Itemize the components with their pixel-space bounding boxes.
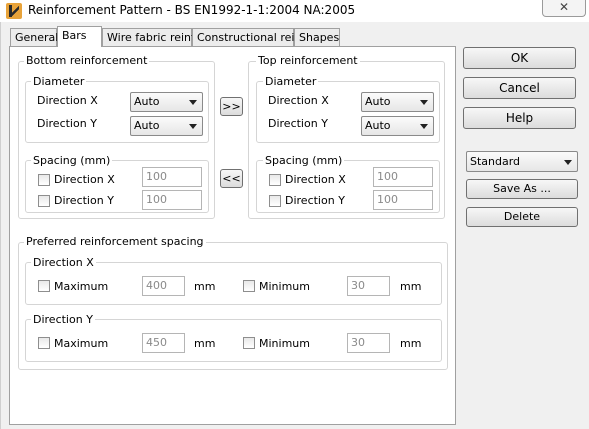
close-button[interactable]: ✕: [542, 0, 586, 17]
copy-to-bottom-button[interactable]: <<: [220, 169, 243, 188]
top-diameter-y-select[interactable]: Auto: [361, 116, 434, 136]
top-diameter-title: Diameter: [263, 75, 319, 88]
preferred-x-max-checkbox[interactable]: [38, 280, 50, 292]
bottom-diameter-x-label: Direction X: [37, 94, 98, 107]
preferred-x-min-checkbox[interactable]: [243, 280, 255, 292]
preferred-spacing-title: Preferred reinforcement spacing: [24, 235, 206, 248]
delete-button[interactable]: Delete: [466, 207, 578, 227]
top-spacing-y-label: Direction Y: [285, 194, 345, 207]
chevron-down-icon: [420, 100, 428, 105]
cancel-button[interactable]: Cancel: [463, 77, 576, 99]
bottom-diameter-x-select[interactable]: Auto: [130, 92, 203, 112]
preferred-y-min-input[interactable]: 30: [347, 333, 390, 353]
preferred-x-min-input[interactable]: 30: [347, 276, 390, 296]
ok-button[interactable]: OK: [463, 47, 576, 69]
preferred-x-title: Direction X: [31, 256, 96, 269]
bottom-reinforcement-title: Bottom reinforcement: [24, 54, 150, 67]
top-diameter-y-label: Direction Y: [268, 117, 328, 130]
preferred-y-max-unit: mm: [194, 337, 216, 350]
chevron-down-icon: [420, 124, 428, 129]
preferred-y-max-label: Maximum: [54, 337, 109, 350]
dialog-window: Reinforcement Pattern - BS EN1992-1-1:20…: [0, 0, 589, 429]
top-reinforcement-title: Top reinforcement: [256, 54, 360, 67]
bottom-spacing-y-label: Direction Y: [54, 194, 114, 207]
tab-bars[interactable]: Bars: [57, 26, 102, 47]
preferred-y-max-checkbox[interactable]: [38, 337, 50, 349]
preset-select[interactable]: Standard: [466, 151, 578, 172]
bottom-spacing-title: Spacing (mm): [31, 154, 113, 167]
preferred-x-max-unit: mm: [194, 280, 216, 293]
bottom-diameter-y-value: Auto: [134, 119, 160, 132]
copy-to-top-button[interactable]: >>: [220, 97, 243, 116]
preferred-x-max-label: Maximum: [54, 280, 109, 293]
top-spacing-title: Spacing (mm): [263, 154, 345, 167]
top-spacing-x-checkbox[interactable]: [269, 174, 281, 186]
bottom-spacing-x-input[interactable]: 100: [142, 167, 202, 187]
top-diameter-y-value: Auto: [365, 119, 391, 132]
tab-shapes[interactable]: Shapes: [294, 28, 340, 46]
top-diameter-x-label: Direction X: [268, 94, 329, 107]
preferred-y-title: Direction Y: [31, 313, 95, 326]
preferred-y-min-label: Minimum: [259, 337, 310, 350]
top-spacing-x-label: Direction X: [285, 173, 346, 186]
bottom-spacing-y-input[interactable]: 100: [142, 190, 202, 210]
top-diameter-x-value: Auto: [365, 95, 391, 108]
preferred-y-min-checkbox[interactable]: [243, 337, 255, 349]
tab-general[interactable]: General: [10, 28, 58, 46]
bottom-spacing-x-label: Direction X: [54, 173, 115, 186]
top-spacing-x-input[interactable]: 100: [373, 167, 433, 187]
bottom-diameter-y-label: Direction Y: [37, 117, 97, 130]
bottom-diameter-x-value: Auto: [134, 95, 160, 108]
top-spacing-y-checkbox[interactable]: [269, 195, 281, 207]
chevron-down-icon: [564, 160, 572, 165]
save-as-button[interactable]: Save As ...: [466, 179, 578, 199]
preferred-x-min-unit: mm: [400, 280, 422, 293]
title-bar: Reinforcement Pattern - BS EN1992-1-1:20…: [0, 0, 589, 22]
help-button[interactable]: Help: [463, 107, 576, 129]
tab-wire-fabric-reinf[interactable]: Wire fabric reinf.: [102, 28, 198, 46]
top-diameter-x-select[interactable]: Auto: [361, 92, 434, 112]
chevron-down-icon: [189, 124, 197, 129]
window-title: Reinforcement Pattern - BS EN1992-1-1:20…: [28, 3, 356, 17]
bottom-spacing-y-checkbox[interactable]: [38, 195, 50, 207]
top-spacing-y-input[interactable]: 100: [373, 190, 433, 210]
bottom-spacing-x-checkbox[interactable]: [38, 174, 50, 186]
preferred-x-max-input[interactable]: 400: [142, 276, 185, 296]
preset-value: Standard: [470, 155, 521, 168]
preferred-y-min-unit: mm: [400, 337, 422, 350]
bottom-diameter-title: Diameter: [31, 75, 87, 88]
app-logo-icon: [6, 3, 22, 19]
bars-tab-panel: Bottom reinforcement Diameter Direction …: [9, 46, 456, 425]
bottom-diameter-y-select[interactable]: Auto: [130, 116, 203, 136]
preferred-x-min-label: Minimum: [259, 280, 310, 293]
tab-constructional-reinf[interactable]: Constructional reinf.: [192, 28, 308, 46]
chevron-down-icon: [189, 100, 197, 105]
preferred-y-max-input[interactable]: 450: [142, 333, 185, 353]
